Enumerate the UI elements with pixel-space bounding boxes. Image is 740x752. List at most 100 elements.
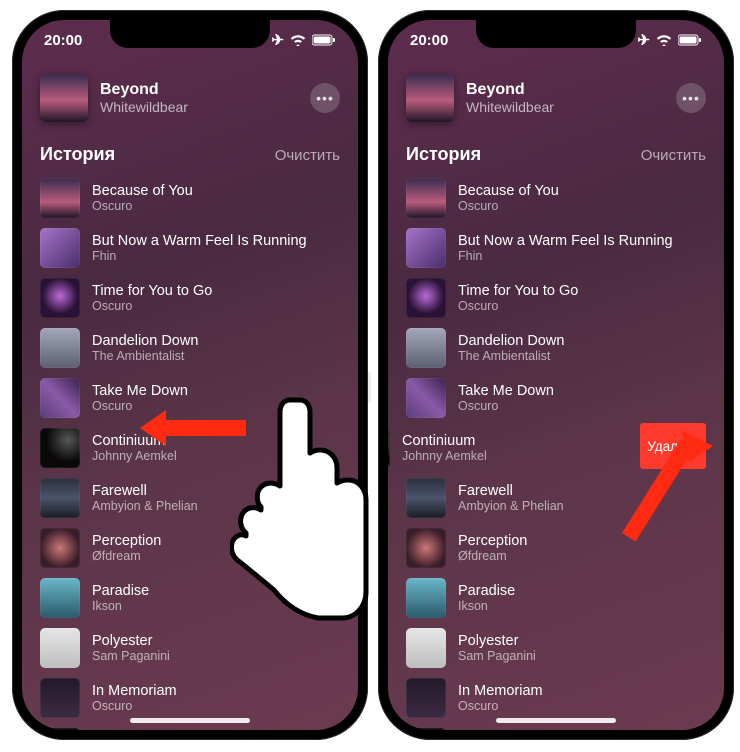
- track-artist: Ikson: [458, 599, 706, 613]
- now-playing-text: Beyond Whitewildbear: [466, 81, 664, 115]
- history-row[interactable]: ParadiseIkson: [406, 573, 724, 623]
- airplane-mode-icon: ✈: [637, 31, 650, 49]
- track-title: But Now a Warm Feel Is Running: [92, 233, 340, 249]
- track-art: [388, 428, 390, 468]
- history-row[interactable]: But Now a Warm Feel Is RunningFhin: [40, 223, 358, 273]
- track-title: Take Me Down: [458, 383, 706, 399]
- history-row[interactable]: MaeraSublab & Azaleh: [406, 723, 724, 730]
- home-indicator[interactable]: [496, 718, 616, 723]
- now-playing-art: [40, 74, 88, 122]
- track-artist: Oscuro: [92, 699, 340, 713]
- track-artist: Oscuro: [458, 699, 706, 713]
- clear-history-button[interactable]: Очистить: [275, 147, 340, 164]
- track-title: Time for You to Go: [92, 283, 340, 299]
- track-art: [40, 678, 80, 718]
- track-text: PolyesterSam Paganini: [458, 633, 706, 663]
- track-art: [40, 228, 80, 268]
- track-art: [40, 378, 80, 418]
- track-text: ParadiseIkson: [458, 583, 706, 613]
- screen-right: 20:00 ✈ Beyond Whitewildbear ••• Исто: [388, 20, 724, 730]
- ellipsis-icon: •••: [682, 90, 700, 106]
- history-row[interactable]: Dandelion DownThe Ambientalist: [40, 323, 358, 373]
- more-button[interactable]: •••: [676, 83, 706, 113]
- track-art: [406, 378, 446, 418]
- track-art: [40, 578, 80, 618]
- history-title: История: [406, 144, 481, 165]
- track-title: Because of You: [458, 183, 706, 199]
- home-indicator[interactable]: [130, 718, 250, 723]
- track-text: Because of YouOscuro: [92, 183, 340, 213]
- status-right: ✈: [637, 31, 702, 49]
- more-button[interactable]: •••: [310, 83, 340, 113]
- history-header: История Очистить: [22, 138, 358, 173]
- track-artist: The Ambientalist: [92, 349, 340, 363]
- track-art: [40, 628, 80, 668]
- track-artist: Oscuro: [458, 299, 706, 313]
- phone-frame-left: 20:00 ✈ Beyond Whitewildbear ••• Исто: [12, 10, 368, 740]
- track-title: Dandelion Down: [458, 333, 706, 349]
- track-text: Time for You to GoOscuro: [92, 283, 340, 313]
- track-art: [406, 728, 446, 730]
- track-artist: Fhin: [92, 249, 340, 263]
- now-playing-artist: Whitewildbear: [466, 99, 664, 115]
- track-art: [406, 628, 446, 668]
- delete-arrow-icon: [605, 430, 715, 560]
- history-row[interactable]: Because of YouOscuro: [40, 173, 358, 223]
- track-art: [40, 478, 80, 518]
- track-art: [40, 428, 80, 468]
- history-row[interactable]: MaeraSublab & Azaleh: [40, 723, 358, 730]
- track-artist: Sam Paganini: [458, 649, 706, 663]
- track-title: Time for You to Go: [458, 283, 706, 299]
- history-row[interactable]: Time for You to GoOscuro: [40, 273, 358, 323]
- now-playing-artist: Whitewildbear: [100, 99, 298, 115]
- history-row[interactable]: But Now a Warm Feel Is RunningFhin: [406, 223, 724, 273]
- history-row[interactable]: Time for You to GoOscuro: [406, 273, 724, 323]
- now-playing[interactable]: Beyond Whitewildbear •••: [388, 60, 724, 138]
- battery-icon: [678, 34, 702, 46]
- clear-history-button[interactable]: Очистить: [641, 147, 706, 164]
- now-playing[interactable]: Beyond Whitewildbear •••: [22, 60, 358, 138]
- notch: [110, 20, 270, 48]
- history-title: История: [40, 144, 115, 165]
- wifi-icon: [290, 34, 306, 46]
- ellipsis-icon: •••: [316, 90, 334, 106]
- track-art: [40, 178, 80, 218]
- history-header: История Очистить: [388, 138, 724, 173]
- history-row[interactable]: Because of YouOscuro: [406, 173, 724, 223]
- track-art: [406, 478, 446, 518]
- track-art: [40, 278, 80, 318]
- track-text: But Now a Warm Feel Is RunningFhin: [92, 233, 340, 263]
- track-art: [40, 728, 80, 730]
- track-art: [406, 678, 446, 718]
- track-text: Dandelion DownThe Ambientalist: [92, 333, 340, 363]
- track-title: In Memoriam: [92, 683, 340, 699]
- track-artist: Oscuro: [458, 199, 706, 213]
- track-art: [406, 528, 446, 568]
- wifi-icon: [656, 34, 672, 46]
- history-row[interactable]: Dandelion DownThe Ambientalist: [406, 323, 724, 373]
- history-row[interactable]: PolyesterSam Paganini: [40, 623, 358, 673]
- status-time: 20:00: [44, 32, 82, 49]
- track-text: Dandelion DownThe Ambientalist: [458, 333, 706, 363]
- now-playing-title: Beyond: [100, 81, 298, 99]
- track-artist: Oscuro: [458, 399, 706, 413]
- track-artist: The Ambientalist: [458, 349, 706, 363]
- track-text: Because of YouOscuro: [458, 183, 706, 213]
- track-text: PolyesterSam Paganini: [92, 633, 340, 663]
- airplane-mode-icon: ✈: [271, 31, 284, 49]
- history-row[interactable]: PolyesterSam Paganini: [406, 623, 724, 673]
- track-art: [406, 228, 446, 268]
- track-text: In MemoriamOscuro: [92, 683, 340, 713]
- status-time: 20:00: [410, 32, 448, 49]
- now-playing-art: [406, 74, 454, 122]
- now-playing-title: Beyond: [466, 81, 664, 99]
- battery-icon: [312, 34, 336, 46]
- history-row[interactable]: In MemoriamOscuro: [40, 673, 358, 723]
- history-row[interactable]: Take Me DownOscuro: [406, 373, 724, 423]
- history-row[interactable]: In MemoriamOscuro: [406, 673, 724, 723]
- track-art: [406, 278, 446, 318]
- track-title: Polyester: [92, 633, 340, 649]
- comparison-stage: Яблык 20:00 ✈ Beyond Whitewildbear: [0, 0, 740, 752]
- track-title: In Memoriam: [458, 683, 706, 699]
- track-artist: Fhin: [458, 249, 706, 263]
